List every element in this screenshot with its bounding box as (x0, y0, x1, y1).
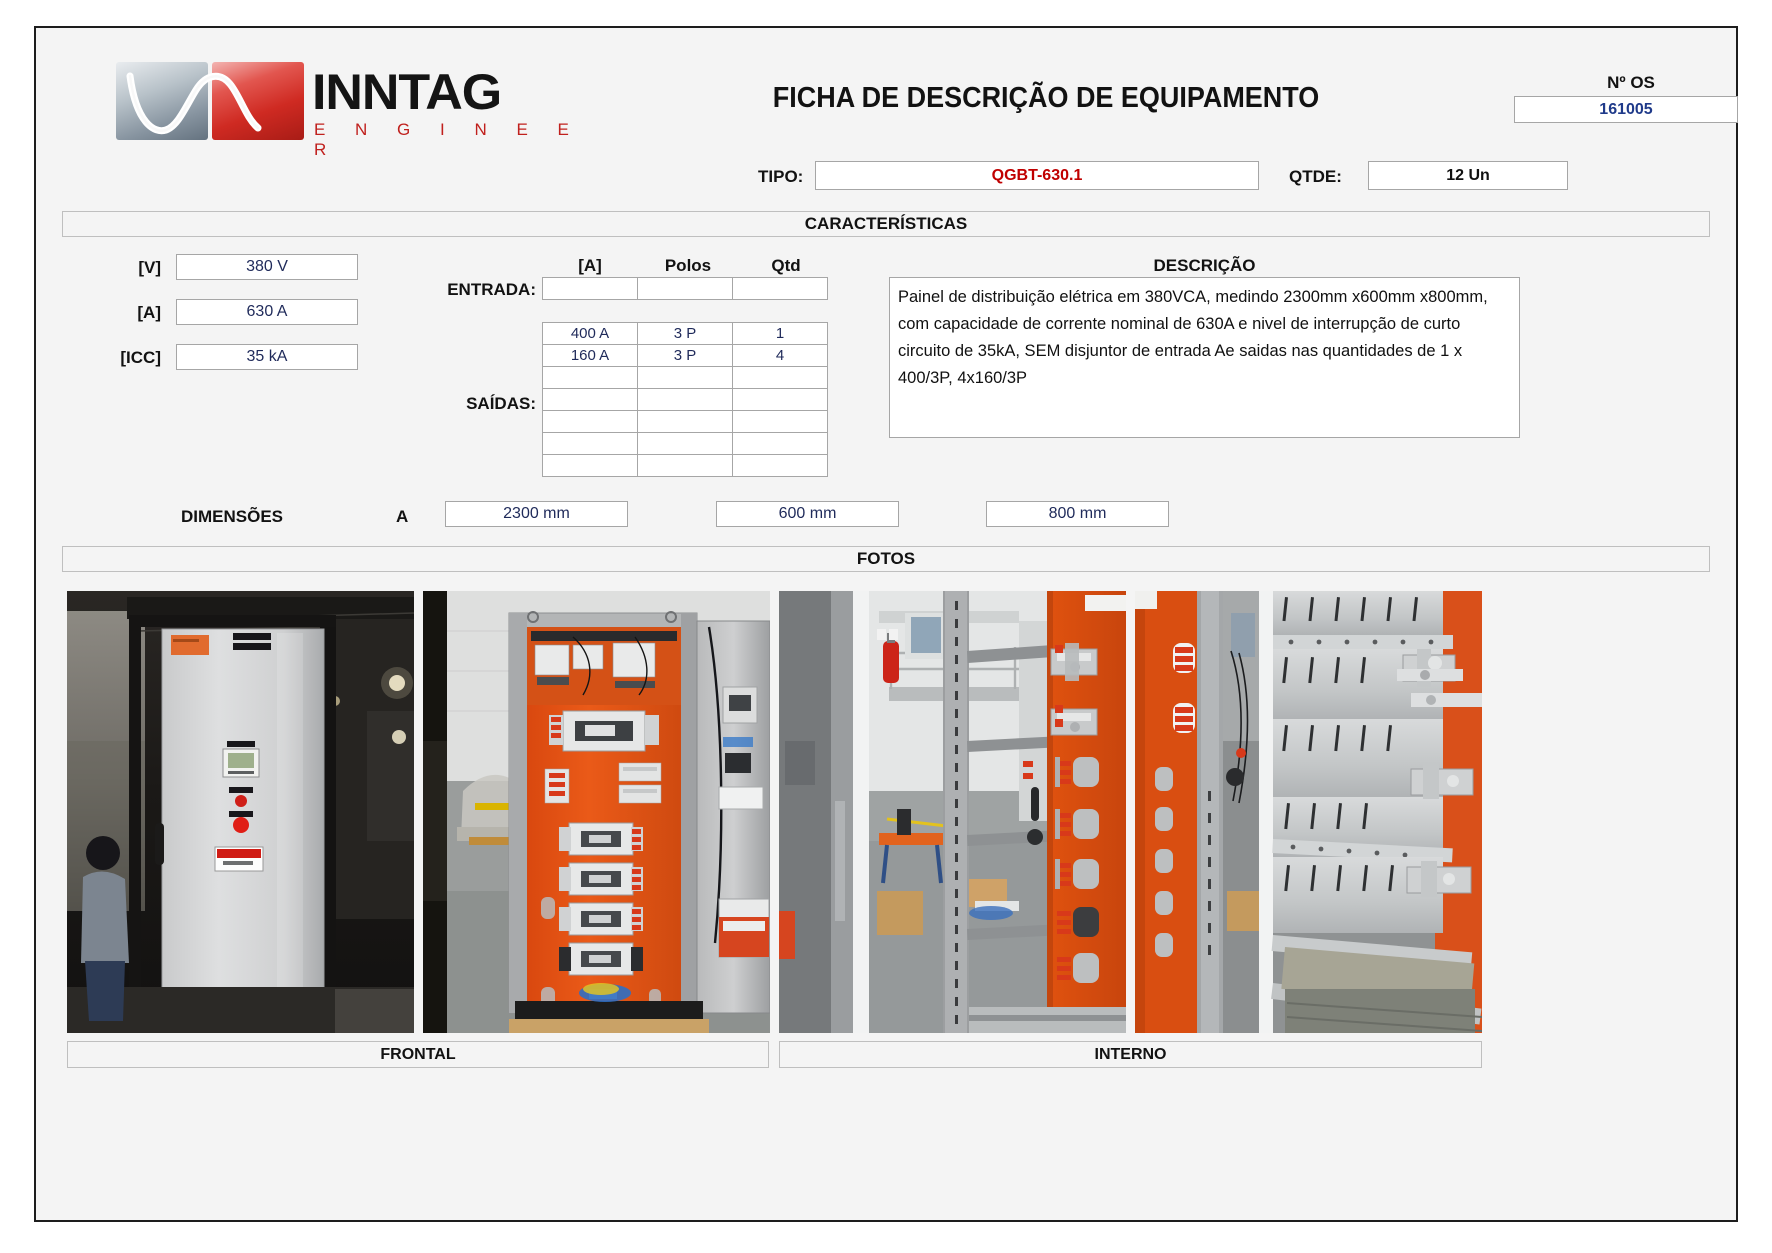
spec-label-voltage: [V] (138, 258, 161, 277)
saida-poles-4[interactable] (637, 388, 733, 411)
saida-qty-4[interactable] (732, 388, 828, 411)
saida-amps-2[interactable]: 160 A (542, 344, 638, 367)
descricao-text[interactable]: Painel de distribuição elétrica em 380VC… (889, 277, 1520, 438)
qtde-label: QTDE: (1289, 167, 1342, 186)
dimensoes-axis-label: A (396, 507, 409, 526)
company-logo: INNTAG E N G I N E E R (116, 62, 586, 162)
saida-amps-5[interactable] (542, 410, 638, 433)
caption-frontal: FRONTAL (67, 1041, 769, 1068)
photo-interno-mounting-plates (1135, 591, 1482, 1033)
saida-qty-7[interactable] (732, 454, 828, 477)
section-header-fotos: FOTOS (62, 546, 1710, 572)
table-header-qty: Qtd (771, 256, 801, 275)
spec-label-icc: [ICC] (120, 348, 161, 367)
spec-label-current: [A] (137, 303, 161, 322)
logo-name: INNTAG (312, 64, 502, 120)
spec-value-voltage[interactable]: 380 V (176, 254, 358, 280)
saida-qty-5[interactable] (732, 410, 828, 433)
dimensoes-label: DIMENSÕES (181, 507, 284, 526)
entrada-poles[interactable] (637, 277, 733, 300)
logo-mark (116, 62, 306, 140)
dimensao-largura[interactable]: 600 mm (716, 501, 899, 527)
saida-amps-3[interactable] (542, 366, 638, 389)
section-header-caracteristicas: CARACTERÍSTICAS (62, 211, 1710, 237)
saida-poles-6[interactable] (637, 432, 733, 455)
document-page: INNTAG E N G I N E E R FICHA DE DESCRIÇÃ… (34, 26, 1738, 1222)
saida-poles-1[interactable]: 3 P (637, 322, 733, 345)
document-header: INNTAG E N G I N E E R FICHA DE DESCRIÇÃ… (36, 28, 1738, 190)
page-title: FICHA DE DESCRIÇÃO DE EQUIPAMENTO (772, 82, 1320, 114)
table-header-poles: Polos (664, 256, 712, 275)
row-label-entrada: ENTRADA: (447, 280, 536, 299)
spec-value-current[interactable]: 630 A (176, 299, 358, 325)
os-number-label: Nº OS (1607, 73, 1655, 92)
saida-amps-1[interactable]: 400 A (542, 322, 638, 345)
row-label-saidas: SAÍDAS: (466, 394, 536, 413)
entrada-amps[interactable] (542, 277, 638, 300)
saida-amps-4[interactable] (542, 388, 638, 411)
saida-poles-7[interactable] (637, 454, 733, 477)
saida-amps-7[interactable] (542, 454, 638, 477)
photo-interno-side-busbars (779, 591, 1126, 1033)
saida-qty-1[interactable]: 1 (732, 322, 828, 345)
spec-value-icc[interactable]: 35 kA (176, 344, 358, 370)
saida-qty-2[interactable]: 4 (732, 344, 828, 367)
entrada-qty[interactable] (732, 277, 828, 300)
photo-frontal-closed-panel (67, 591, 414, 1033)
saida-qty-3[interactable] (732, 366, 828, 389)
logo-wordmark: INNTAG E N G I N E E R (312, 66, 592, 160)
saida-poles-5[interactable] (637, 410, 733, 433)
caption-interno: INTERNO (779, 1041, 1482, 1068)
saida-amps-6[interactable] (542, 432, 638, 455)
dimensao-profundidade[interactable]: 800 mm (986, 501, 1169, 527)
saida-poles-3[interactable] (637, 366, 733, 389)
photo-frontal-open-panel (423, 591, 770, 1033)
descricao-title: DESCRIÇÃO (1153, 256, 1256, 275)
dimensao-altura[interactable]: 2300 mm (445, 501, 628, 527)
saida-poles-2[interactable]: 3 P (637, 344, 733, 367)
table-header-amps: [A] (578, 256, 602, 275)
logo-subtitle: E N G I N E E R (314, 120, 582, 159)
logo-wave-icon (126, 72, 262, 135)
os-number-field[interactable]: 161005 (1514, 96, 1738, 123)
qtde-field[interactable]: 12 Un (1368, 161, 1568, 190)
tipo-label: TIPO: (758, 167, 804, 186)
tipo-field[interactable]: QGBT-630.1 (815, 161, 1259, 190)
document-body: INNTAG E N G I N E E R FICHA DE DESCRIÇÃ… (36, 28, 1738, 1220)
saida-qty-6[interactable] (732, 432, 828, 455)
